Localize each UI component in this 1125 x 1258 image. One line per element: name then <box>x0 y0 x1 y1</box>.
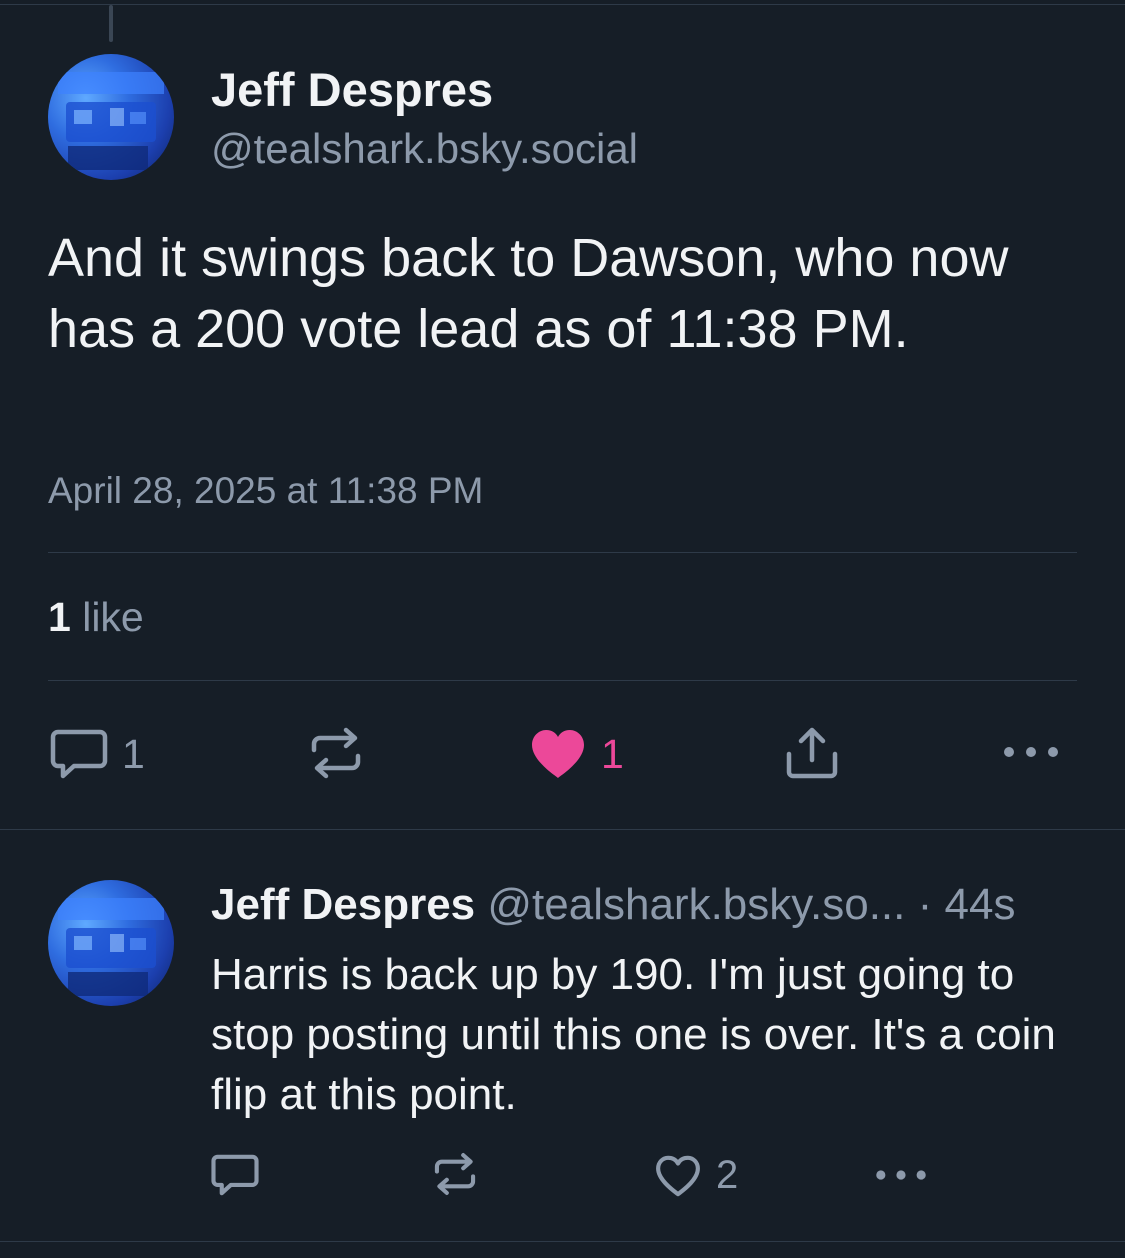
reply-button[interactable]: 1 <box>50 728 145 780</box>
reply-separator: · <box>917 880 933 929</box>
speech-bubble-icon <box>211 1154 259 1196</box>
avatar-image <box>58 72 164 170</box>
repost-button[interactable] <box>308 726 378 780</box>
like-count: 1 <box>601 730 624 777</box>
more-dots-icon <box>1004 747 1058 757</box>
repost-arrows-icon <box>434 1153 476 1195</box>
post-timestamp: April 28, 2025 at 11:38 PM <box>48 470 484 511</box>
reply-text: Harris is back up by 190. I'm just going… <box>211 950 1056 1119</box>
post-separator <box>0 829 1125 830</box>
reply-count: 1 <box>122 730 145 777</box>
reply-repost-button[interactable] <box>432 1151 492 1197</box>
reply-like-count: 2 <box>716 1153 739 1197</box>
likes-summary-count: 1 <box>48 594 71 640</box>
divider <box>48 552 1077 553</box>
author-handle[interactable]: @tealshark.bsky.social <box>211 125 638 173</box>
post-text: And it swings back to Dawson, who now ha… <box>48 228 1009 359</box>
likes-summary-label: like <box>82 594 144 640</box>
reply-like-button[interactable]: 2 <box>654 1153 738 1198</box>
like-button[interactable]: 1 <box>529 728 624 780</box>
reply-header[interactable]: Jeff Despres @tealshark.bsky.so... · 44s <box>211 880 1091 930</box>
likes-summary[interactable]: 1 like <box>48 594 144 641</box>
more-dots-icon <box>876 1170 926 1180</box>
reply-reply-button[interactable] <box>211 1153 273 1197</box>
more-options-button[interactable] <box>1003 740 1059 764</box>
author-name[interactable]: Jeff Despres <box>211 62 493 117</box>
avatar-image <box>58 898 164 996</box>
bottom-separator <box>0 1241 1125 1242</box>
reply-author-name[interactable]: Jeff Despres <box>211 880 475 929</box>
heart-icon <box>532 730 584 778</box>
reply-age: 44s <box>944 880 1016 929</box>
speech-bubble-icon <box>50 729 108 779</box>
heart-outline-icon <box>656 1155 700 1196</box>
repost-arrows-icon <box>311 727 361 779</box>
reply-author-avatar[interactable] <box>48 880 174 1006</box>
top-border <box>0 4 1125 5</box>
author-avatar[interactable] <box>48 54 174 180</box>
reply-author-handle[interactable]: @tealshark.bsky.so... <box>487 880 905 929</box>
share-upload-icon <box>786 727 838 779</box>
thread-connector-line <box>109 5 113 42</box>
divider <box>48 680 1077 681</box>
reply-more-options-button[interactable] <box>874 1164 928 1186</box>
share-button[interactable] <box>785 726 839 780</box>
